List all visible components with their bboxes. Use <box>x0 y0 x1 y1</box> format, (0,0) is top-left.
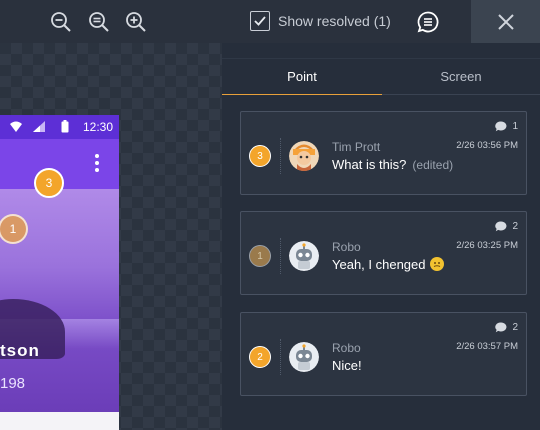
show-resolved-checkbox[interactable] <box>250 11 270 31</box>
status-time: 12:30 <box>82 120 113 134</box>
preview-canvas[interactable]: 12:30 tson 198 3 1 <box>0 43 222 430</box>
reply-count: 2 <box>495 221 518 232</box>
robot-avatar <box>289 241 319 271</box>
zoom-in-icon[interactable] <box>125 11 147 33</box>
tab-point[interactable]: Point <box>222 59 382 95</box>
comment-date: 2/26 03:56 PM <box>456 140 518 151</box>
divider <box>280 138 281 174</box>
top-toolbar: Show resolved (1) <box>0 0 540 43</box>
hero-number-text: 198 <box>0 375 26 392</box>
sidebar-header-band <box>222 43 540 58</box>
comment-author: Tim Prott <box>332 140 381 154</box>
divider <box>280 238 281 274</box>
zoom-out-icon[interactable] <box>50 11 72 33</box>
comment-card[interactable]: 2 2 Robo 2/26 03:57 PM Nice! <box>240 312 527 396</box>
close-icon <box>497 13 514 30</box>
person-avatar <box>289 141 319 171</box>
reply-count: 1 <box>495 121 518 132</box>
comments-list-icon[interactable] <box>416 10 440 34</box>
comment-text: Nice! <box>332 358 362 373</box>
comment-pin-badge: 2 <box>249 346 271 368</box>
close-button[interactable] <box>471 0 540 43</box>
divider <box>280 339 281 375</box>
show-resolved-label: Show resolved (1) <box>278 13 391 29</box>
comment-text-row: What is this? (edited) <box>332 157 453 172</box>
sidebar-tabs: Point Screen <box>222 59 540 95</box>
speech-bubble-icon <box>495 322 507 333</box>
comment-date: 2/26 03:57 PM <box>456 341 518 352</box>
comment-pin-badge: 3 <box>249 145 271 167</box>
signal-icon <box>33 121 45 132</box>
battery-icon <box>61 120 69 133</box>
wifi-icon <box>10 121 22 132</box>
show-resolved-toggle[interactable]: Show resolved (1) <box>250 10 391 32</box>
robot-avatar <box>289 342 319 372</box>
comment-card[interactable]: 1 3 Tim Prott 2/26 03:56 PM What is this… <box>240 111 527 195</box>
comment-author: Robo <box>332 240 361 254</box>
phone-bottom-strip <box>0 412 119 430</box>
comment-text: What is this? <box>332 157 407 172</box>
zoom-reset-icon[interactable] <box>88 11 110 33</box>
comment-pin-3[interactable]: 3 <box>34 168 64 198</box>
comment-date: 2/26 03:25 PM <box>456 240 518 251</box>
speech-bubble-icon <box>495 221 507 232</box>
tab-screen[interactable]: Screen <box>382 59 540 95</box>
more-vert-icon <box>93 154 101 174</box>
edited-label: (edited) <box>412 158 454 172</box>
reply-count: 2 <box>495 322 518 333</box>
comment-author: Robo <box>332 341 361 355</box>
comment-text: Yeah, I chenged <box>332 257 426 272</box>
phone-screen-preview[interactable]: 12:30 tson 198 <box>0 115 119 430</box>
speech-bubble-icon <box>495 121 507 132</box>
comments-sidebar: Point Screen 1 3 Tim Prott 2/26 03:56 PM… <box>222 58 540 430</box>
hero-name-text: tson <box>0 341 40 360</box>
comment-card[interactable]: 2 1 Robo 2/26 03:25 PM Yeah, I chenged <box>240 211 527 295</box>
comment-pin-badge: 1 <box>249 245 271 267</box>
checkmark-icon <box>254 16 266 26</box>
grimace-emoji-icon <box>429 257 444 271</box>
app-root: Show resolved (1) 12:30 tson 198 3 1 Poi… <box>0 0 540 430</box>
phone-status-bar: 12:30 <box>0 115 119 139</box>
comment-text-row: Yeah, I chenged <box>332 257 444 272</box>
comment-text-row: Nice! <box>332 358 362 373</box>
